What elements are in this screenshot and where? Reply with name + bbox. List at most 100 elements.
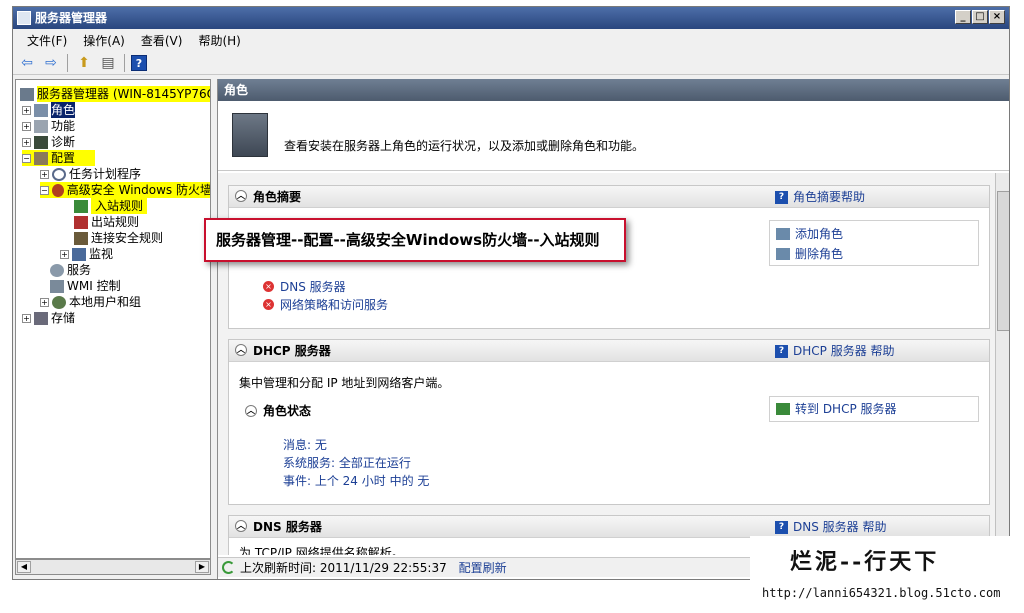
dns-header[interactable]: ︿ DNS 服务器 ? DNS 服务器 帮助 [229, 516, 989, 538]
tree-item-roles[interactable]: + 角色 [22, 102, 76, 118]
roles-summary-help-link[interactable]: ? 角色摘要帮助 [775, 189, 865, 205]
scroll-left-icon[interactable]: ◀ [17, 561, 31, 573]
tree-item-outbound-label: 出站规则 [91, 215, 140, 229]
expand-icon[interactable]: + [22, 137, 31, 147]
window-title: 服务器管理器 [35, 11, 108, 25]
tree-item-monitor[interactable]: + 监视 [60, 246, 113, 262]
toolbar-separator [124, 53, 125, 72]
help-icon: ? [775, 344, 788, 358]
tree-item-config[interactable]: − 配置 [22, 150, 96, 166]
minimize-button[interactable]: _ [955, 10, 971, 24]
tree-root-label: 服务器管理器 (WIN-8145YP76QC [37, 86, 210, 102]
expand-icon[interactable]: + [22, 313, 31, 323]
collapse-icon[interactable]: − [40, 185, 49, 195]
add-roles-icon [776, 228, 790, 240]
watermark: 烂泥--行天下 http://lanni654321.blog.51cto.co… [750, 536, 1012, 606]
tree-item-outbound[interactable]: 出站规则 [74, 214, 139, 230]
dhcp-actions-box: 转到 DHCP 服务器 [769, 396, 979, 422]
tree-item-services-label: 服务 [67, 263, 92, 277]
status-services[interactable]: 系统服务: 全部正在运行 [283, 454, 411, 471]
show-hide-tree-icon[interactable]: ▤ [98, 54, 118, 72]
tree-item-connsec[interactable]: 连接安全规则 [74, 230, 163, 246]
remove-roles-link[interactable]: 删除角色 [776, 246, 843, 262]
firewall-icon [51, 183, 64, 197]
monitor-icon [72, 247, 86, 261]
tree-horizontal-scrollbar[interactable]: ◀ ▶ [15, 559, 211, 575]
details-vertical-scrollbar[interactable] [995, 173, 1009, 555]
status-messages[interactable]: 消息: 无 [283, 436, 327, 453]
expand-icon[interactable]: + [22, 105, 31, 115]
forward-arrow-icon[interactable]: ⇨ [41, 54, 61, 72]
help-icon: ? [775, 520, 788, 534]
details-pane: 角色 查看安装在服务器上角色的运行状况，以及添加或删除角色和功能。 ︿ 角色摘要… [217, 79, 1009, 579]
tree-item-connsec-label: 连接安全规则 [91, 231, 164, 245]
collapse-icon[interactable]: − [22, 153, 31, 163]
server-manager-icon [17, 11, 31, 25]
watermark-url: http://lanni654321.blog.51cto.com [762, 586, 1001, 600]
expand-icon[interactable]: + [60, 249, 69, 259]
tree-item-tasks[interactable]: + 任务计划程序 [40, 166, 141, 182]
dhcp-help-link[interactable]: ? DHCP 服务器 帮助 [775, 343, 895, 359]
tree-item-services[interactable]: 服务 [50, 262, 91, 278]
tree-root[interactable]: 服务器管理器 (WIN-8145YP76QC [20, 86, 210, 102]
intro-text: 查看安装在服务器上角色的运行状况，以及添加或删除角色和功能。 [284, 139, 645, 153]
menu-help[interactable]: 帮助(H) [190, 32, 248, 49]
tree-item-wmi[interactable]: WMI 控制 [50, 278, 121, 294]
menu-file[interactable]: 文件(F) [19, 32, 75, 49]
toolbar: ⇦ ⇨ ⬆ ▤ ? [13, 51, 1009, 75]
role-item[interactable]: × DNS 服务器 [263, 278, 346, 295]
tree-item-storage[interactable]: + 存储 [22, 310, 75, 326]
collapse-chevron-icon[interactable]: ︿ [235, 344, 247, 356]
expand-icon[interactable]: + [40, 169, 49, 179]
expand-icon[interactable]: + [40, 297, 49, 307]
help-icon[interactable]: ? [131, 54, 147, 71]
inbound-rules-icon [74, 199, 88, 213]
tree-item-features[interactable]: + 功能 [22, 118, 75, 134]
title-bar: 服务器管理器 _ □ × [13, 7, 1009, 29]
tree-item-localusers[interactable]: + 本地用户和组 [40, 294, 141, 310]
tree-item-firewall[interactable]: − 高级安全 Windows 防火墙 [40, 182, 211, 198]
back-arrow-icon[interactable]: ⇦ [17, 54, 37, 72]
goto-dhcp-link[interactable]: 转到 DHCP 服务器 [776, 401, 897, 417]
expand-icon[interactable]: + [22, 121, 31, 131]
close-button[interactable]: × [989, 10, 1005, 24]
tree-item-monitor-label: 监视 [89, 247, 114, 261]
configure-refresh-link[interactable]: 配置刷新 [459, 561, 507, 575]
collapse-chevron-icon[interactable]: ︿ [245, 404, 257, 417]
collapse-chevron-icon[interactable]: ︿ [235, 520, 247, 532]
tree-item-inbound[interactable]: 入站规则 [74, 198, 148, 214]
dhcp-header[interactable]: ︿ DHCP 服务器 ? DHCP 服务器 帮助 [229, 340, 989, 362]
menu-view[interactable]: 查看(V) [133, 32, 191, 49]
tree-item-inbound-label: 入站规则 [91, 198, 148, 214]
details-header: 角色 [218, 79, 1009, 101]
tree-item-diagnostics[interactable]: + 诊断 [22, 134, 75, 150]
diagnostics-icon [34, 135, 48, 149]
tree-item-roles-label: 角色 [51, 102, 76, 118]
server-icon [20, 87, 34, 101]
connection-security-icon [74, 231, 88, 245]
dns-help-link[interactable]: ? DNS 服务器 帮助 [775, 519, 886, 535]
collapse-chevron-icon[interactable]: ︿ [235, 190, 247, 202]
tree-item-firewall-label: 高级安全 Windows 防火墙 [66, 183, 211, 197]
tree-item-storage-label: 存储 [51, 311, 76, 325]
scroll-thumb[interactable] [997, 191, 1009, 331]
up-folder-icon[interactable]: ⬆ [74, 54, 94, 72]
role-status-header[interactable]: ︿ 角色状态 [245, 402, 311, 419]
goto-icon [776, 403, 790, 415]
tree-item-diagnostics-label: 诊断 [51, 135, 76, 149]
dns-description: 为 TCP/IP 网络提供名称解析。 [239, 546, 404, 555]
intro-banner: 查看安装在服务器上角色的运行状况，以及添加或删除角色和功能。 [218, 101, 1009, 171]
scroll-right-icon[interactable]: ▶ [195, 561, 209, 573]
add-roles-link[interactable]: 添加角色 [776, 226, 843, 242]
status-events[interactable]: 事件: 上个 24 小时 中的 无 [283, 472, 429, 489]
menu-bar: 文件(F) 操作(A) 查看(V) 帮助(H) [13, 29, 1009, 51]
role-item[interactable]: × 网络策略和访问服务 [263, 296, 388, 313]
roles-summary-header[interactable]: ︿ 角色摘要 ? 角色摘要帮助 [229, 186, 989, 208]
maximize-button[interactable]: □ [972, 10, 988, 24]
roles-summary-title: 角色摘要 [253, 190, 302, 204]
dhcp-section: ︿ DHCP 服务器 ? DHCP 服务器 帮助 集中管理和分配 IP 地址到网… [228, 339, 990, 505]
clock-icon [52, 167, 66, 181]
tree-item-tasks-label: 任务计划程序 [69, 167, 142, 181]
outbound-rules-icon [74, 215, 88, 229]
menu-action[interactable]: 操作(A) [75, 32, 133, 49]
